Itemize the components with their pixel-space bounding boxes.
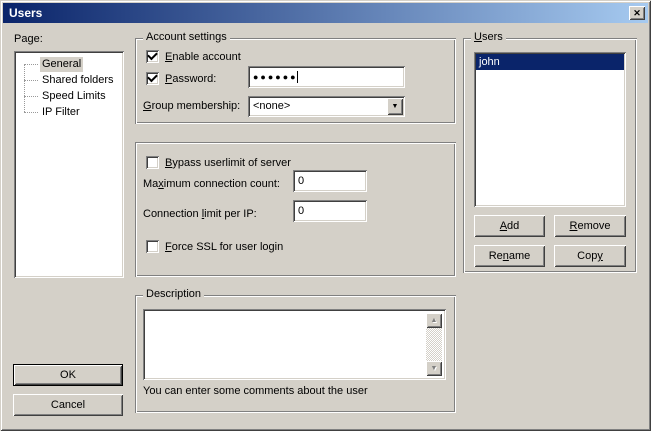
add-button[interactable]: Add xyxy=(474,215,545,237)
page-tree[interactable]: GeneralShared foldersSpeed LimitsIP Filt… xyxy=(14,51,124,278)
description-caption: Description xyxy=(143,288,204,301)
bypass-userlimit-checkbox[interactable] xyxy=(146,156,159,169)
description-hint: You can enter some comments about the us… xyxy=(143,385,368,398)
account-settings-group: Account settings Enable account Password… xyxy=(135,38,456,124)
password-checkbox[interactable] xyxy=(146,72,159,85)
connection-limit-per-ip-value: 0 xyxy=(298,205,304,217)
force-ssl-checkbox[interactable] xyxy=(146,240,159,253)
cancel-button[interactable]: Cancel xyxy=(13,394,123,416)
close-button[interactable]: ✕ xyxy=(629,6,645,20)
connection-limit-per-ip-label: Connection limit per IP: xyxy=(143,208,257,221)
copy-button[interactable]: Copy xyxy=(554,245,626,267)
group-membership-label: Group membership: xyxy=(143,100,240,113)
bypass-userlimit-label[interactable]: Bypass userlimit of server xyxy=(165,157,291,170)
page-tree-item[interactable]: Shared folders xyxy=(16,72,122,88)
password-input[interactable]: ●●●●●● xyxy=(248,66,405,88)
rename-button[interactable]: Rename xyxy=(474,245,545,267)
page-tree-item[interactable]: IP Filter xyxy=(16,104,122,120)
users-group: Users john Add Remove Rename Copy xyxy=(463,38,637,273)
remove-button[interactable]: Remove xyxy=(554,215,626,237)
password-value: ●●●●●● xyxy=(253,73,298,82)
scroll-up-icon: ▲ xyxy=(431,317,438,324)
group-membership-select[interactable]: <none> ▼ xyxy=(248,96,405,117)
user-list-item[interactable]: john xyxy=(476,54,624,70)
page-tree-item[interactable]: General xyxy=(16,56,122,72)
enable-account-checkbox[interactable] xyxy=(146,50,159,63)
users-listbox[interactable]: john xyxy=(474,52,626,207)
account-settings-caption: Account settings xyxy=(143,31,230,44)
group-membership-value: <none> xyxy=(253,100,290,113)
close-icon: ✕ xyxy=(633,9,641,18)
window-title: Users xyxy=(9,6,42,20)
text-caret xyxy=(297,71,298,83)
scroll-down-button[interactable]: ▼ xyxy=(426,361,442,376)
page-label: Page: xyxy=(14,33,43,46)
description-scrollbar[interactable]: ▲ ▼ xyxy=(426,313,442,376)
page-tree-item[interactable]: Speed Limits xyxy=(16,88,122,104)
description-textarea[interactable]: ▲ ▼ xyxy=(143,309,446,380)
group-membership-dropdown-button[interactable]: ▼ xyxy=(387,98,403,115)
password-label[interactable]: Password: xyxy=(165,73,216,86)
max-connection-count-label: Maximum connection count: xyxy=(143,178,280,191)
scroll-up-button[interactable]: ▲ xyxy=(426,313,442,328)
users-caption: Users xyxy=(471,31,506,44)
title-bar[interactable]: Users xyxy=(3,3,648,23)
max-connection-count-input[interactable]: 0 xyxy=(293,170,367,192)
max-connection-count-value: 0 xyxy=(298,175,304,187)
users-dialog: Users ✕ Page: GeneralShared foldersSpeed… xyxy=(0,0,651,431)
chevron-down-icon: ▼ xyxy=(392,103,399,110)
scroll-down-icon: ▼ xyxy=(431,365,438,372)
ok-button[interactable]: OK xyxy=(13,364,123,386)
description-group: Description ▲ ▼ You can enter some comme… xyxy=(135,295,456,413)
force-ssl-label[interactable]: Force SSL for user login xyxy=(165,241,283,254)
connection-limit-per-ip-input[interactable]: 0 xyxy=(293,200,367,222)
enable-account-label[interactable]: Enable account xyxy=(165,51,241,64)
limits-group: Bypass userlimit of server Maximum conne… xyxy=(135,142,456,277)
